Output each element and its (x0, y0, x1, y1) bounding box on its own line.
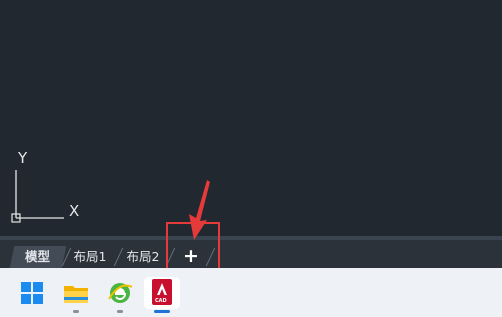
annotation-arrow-icon (189, 180, 210, 240)
browser-icon[interactable] (104, 277, 136, 309)
windows-start-icon[interactable] (16, 277, 48, 309)
active-app-indicator (154, 310, 170, 313)
autocad-icon[interactable]: CAD (144, 277, 180, 309)
ucs-y-label: Y (18, 149, 28, 167)
tab-layout1[interactable]: 布局1 (66, 246, 114, 268)
ucs-icon (11, 170, 64, 223)
tab-model-label: 模型 (25, 249, 51, 264)
file-explorer-icon[interactable] (60, 277, 92, 309)
cad-badge: CAD (155, 298, 167, 304)
running-indicator (73, 310, 79, 313)
ucs-x-label: X (69, 202, 80, 220)
taskbar: CAD (0, 268, 502, 317)
running-indicator (117, 310, 123, 313)
model-space-canvas[interactable]: Y X (0, 0, 502, 236)
tab-model[interactable]: 模型 (9, 246, 67, 268)
tab-layout2[interactable]: 布局2 (120, 246, 166, 268)
layout-tab-bar: 模型 布局1 布局2 + (0, 236, 502, 268)
